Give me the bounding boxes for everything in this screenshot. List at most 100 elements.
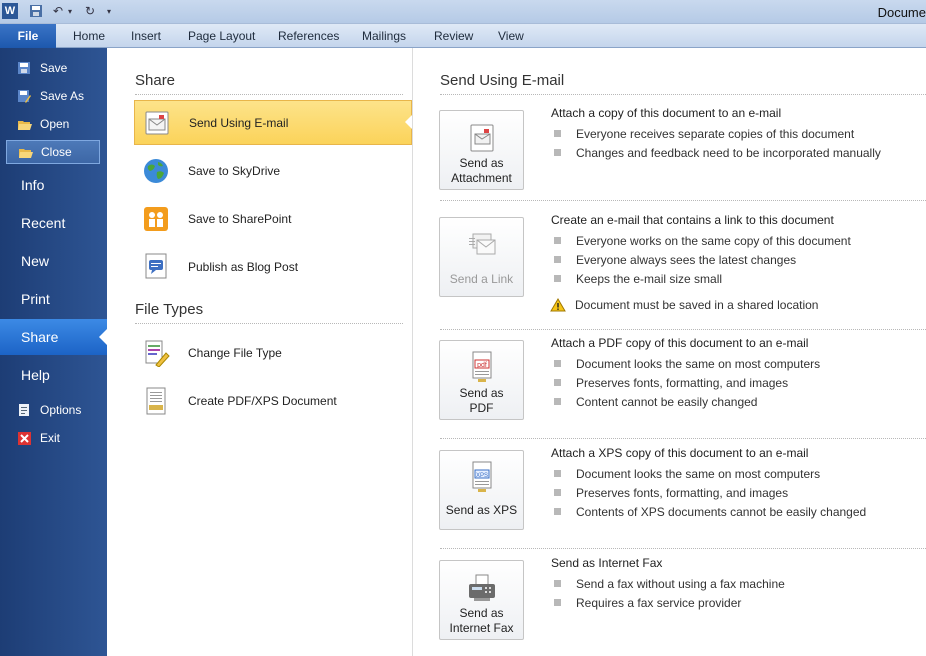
fax-bullet: Requires a fax service provider <box>551 593 926 612</box>
close-folder-icon <box>17 144 33 160</box>
send-as-xps-label: Send as XPS <box>445 503 518 517</box>
send-email-title: Send Using E-mail <box>440 72 565 89</box>
pdf-bullet: Document looks the same on most computer… <box>551 354 926 373</box>
share-panel: Share Send Using E-mail Save to SkyDrive… <box>107 48 413 656</box>
save-icon[interactable] <box>28 3 44 19</box>
send-as-xps-button[interactable]: XPS Send as XPS <box>439 450 524 530</box>
divider <box>440 438 926 439</box>
share-save-sharepoint[interactable]: Save to SharePoint <box>134 196 412 241</box>
nav-share[interactable]: Share <box>0 319 107 355</box>
tab-page-layout[interactable]: Page Layout <box>188 29 255 43</box>
share-create-pdf-xps[interactable]: Create PDF/XPS Document <box>134 378 412 423</box>
bullet-text: Send a fax without using a fax machine <box>576 576 785 591</box>
file-types-heading: File Types <box>135 301 204 318</box>
nav-open[interactable]: Open <box>6 112 100 136</box>
fax-machine-icon <box>440 569 523 603</box>
link-warning: Document must be saved in a shared locat… <box>550 295 926 314</box>
warning-text: Document must be saved in a shared locat… <box>575 297 819 312</box>
bullet-text: Requires a fax service provider <box>576 595 742 610</box>
nav-options[interactable]: Options <box>6 398 100 422</box>
share-save-skydrive[interactable]: Save to SkyDrive <box>134 148 412 193</box>
send-as-internet-fax-button[interactable]: Send as Internet Fax <box>439 560 524 640</box>
link-bullet: Everyone works on the same copy of this … <box>551 231 926 250</box>
bullet-text: Everyone receives separate copies of thi… <box>576 126 855 141</box>
tab-references[interactable]: References <box>278 29 339 43</box>
bullet-text: Document looks the same on most computer… <box>576 356 821 371</box>
undo-dropdown-icon[interactable]: ▾ <box>66 3 74 19</box>
share-publish-blog[interactable]: Publish as Blog Post <box>134 244 412 289</box>
nav-save-label: Save <box>40 61 68 75</box>
bullet-text: Content cannot be easily changed <box>576 394 758 409</box>
xps-bullet: Document looks the same on most computer… <box>551 464 926 483</box>
bullet-icon <box>554 149 561 156</box>
bullet-text: Contents of XPS documents cannot be easi… <box>576 504 867 519</box>
send-as-pdf-label-1: Send as <box>459 386 504 400</box>
send-as-internet-fax-label-2: Internet Fax <box>449 621 514 635</box>
bullet-text: Document looks the same on most computer… <box>576 466 821 481</box>
xps-bullet: Contents of XPS documents cannot be easi… <box>551 502 926 521</box>
nav-save[interactable]: Save <box>6 56 100 80</box>
send-a-link-label: Send a Link <box>449 272 514 286</box>
share-send-email-label: Send Using E-mail <box>189 115 289 130</box>
xps-icon-text: XPS <box>475 473 487 479</box>
divider <box>440 548 926 549</box>
send-a-link-button[interactable]: Send a Link <box>439 217 524 297</box>
share-save-sharepoint-label: Save to SharePoint <box>188 211 292 226</box>
exit-icon <box>16 430 32 446</box>
nav-save-as-label: Save As <box>40 89 85 103</box>
share-change-file-type-label: Change File Type <box>188 345 282 360</box>
customize-toolbar-icon[interactable]: ▾ <box>104 3 114 19</box>
xps-description: Attach a XPS copy of this document to an… <box>551 446 926 521</box>
bullet-icon <box>554 398 561 405</box>
globe-icon <box>140 155 172 187</box>
pdf-bullet: Preserves fonts, formatting, and images <box>551 373 926 392</box>
share-heading-rule <box>135 94 403 95</box>
word-app-icon[interactable]: W <box>2 3 18 19</box>
nav-close[interactable]: Close <box>6 140 100 164</box>
nav-save-as[interactable]: Save As <box>6 84 100 108</box>
bullet-text: Changes and feedback need to be incorpor… <box>576 145 881 160</box>
tab-view[interactable]: View <box>498 29 524 43</box>
tab-insert[interactable]: Insert <box>131 29 161 43</box>
fax-description: Send as Internet Fax Send a fax without … <box>551 556 926 612</box>
pdf-icon-text: pdf <box>477 362 487 369</box>
undo-icon[interactable]: ↶ <box>50 3 66 19</box>
bullet-icon <box>554 360 561 367</box>
xps-bullet: Preserves fonts, formatting, and images <box>551 483 926 502</box>
open-folder-icon <box>16 116 32 132</box>
share-send-email[interactable]: Send Using E-mail <box>134 100 412 145</box>
title-bar: W ↶ ▾ ↻ ▾ Docume <box>0 0 926 24</box>
attachment-envelope-icon <box>440 119 523 153</box>
link-heading: Create an e-mail that contains a link to… <box>551 213 834 227</box>
nav-recent[interactable]: Recent <box>0 205 107 241</box>
fax-bullet: Send a fax without using a fax machine <box>551 574 926 593</box>
tab-mailings[interactable]: Mailings <box>362 29 406 43</box>
pdf-xps-document-icon <box>140 385 172 417</box>
share-heading: Share <box>135 72 176 89</box>
share-publish-blog-label: Publish as Blog Post <box>188 259 299 274</box>
attachment-heading: Attach a copy of this document to an e-m… <box>551 106 782 120</box>
send-as-pdf-label-2: PDF <box>469 401 494 415</box>
nav-info[interactable]: Info <box>0 167 107 203</box>
tab-review[interactable]: Review <box>434 29 473 43</box>
change-file-type-icon <box>140 337 172 369</box>
nav-print[interactable]: Print <box>0 281 107 317</box>
nav-help[interactable]: Help <box>0 357 107 393</box>
tab-file[interactable]: File <box>0 24 56 48</box>
redo-icon[interactable]: ↻ <box>82 3 98 19</box>
bullet-icon <box>554 489 561 496</box>
attachment-bullet: Changes and feedback need to be incorpor… <box>551 143 926 162</box>
pdf-bullet: Content cannot be easily changed <box>551 392 926 411</box>
send-as-pdf-button[interactable]: pdf Send as PDF <box>439 340 524 420</box>
attachment-bullet: Everyone receives separate copies of thi… <box>551 124 926 143</box>
link-envelope-icon <box>440 226 523 260</box>
send-as-internet-fax-label-1: Send as <box>459 606 504 620</box>
tab-home[interactable]: Home <box>73 29 105 43</box>
nav-new[interactable]: New <box>0 243 107 279</box>
share-change-file-type[interactable]: Change File Type <box>134 330 412 375</box>
link-bullet: Everyone always sees the latest changes <box>551 250 926 269</box>
nav-exit[interactable]: Exit <box>6 426 100 450</box>
nav-exit-label: Exit <box>40 431 61 445</box>
save-as-icon <box>16 88 32 104</box>
send-as-attachment-button[interactable]: Send as Attachment <box>439 110 524 190</box>
